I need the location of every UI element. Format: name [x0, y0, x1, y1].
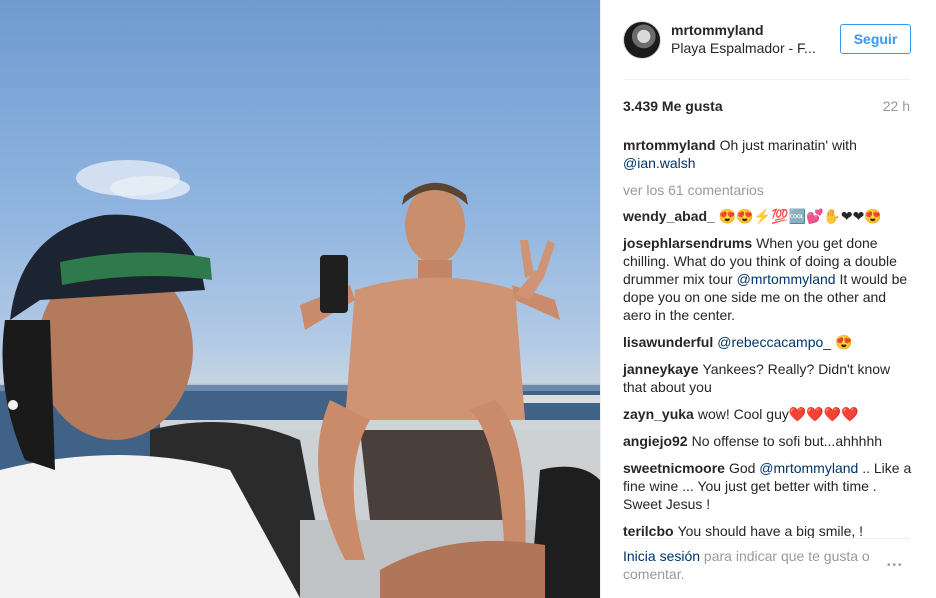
caption-text: Oh just marinatin' with: [719, 137, 857, 153]
comment-item: sweetnicmoore God @mrtommyland .. Like a …: [623, 459, 913, 513]
post-photo[interactable]: [0, 0, 600, 598]
comment-author[interactable]: lisawunderful: [623, 334, 713, 350]
comment-author[interactable]: janneykaye: [623, 361, 699, 377]
user-avatar[interactable]: [623, 21, 661, 59]
comment-author[interactable]: angiejo92: [623, 433, 688, 449]
comment-text-continued: 😍: [831, 334, 853, 350]
comment-item: josephlarsendrums When you get done chill…: [623, 234, 913, 324]
comment-mention[interactable]: @rebeccacampo_: [717, 334, 831, 350]
comment-author[interactable]: zayn_yuka: [623, 406, 694, 422]
stats-row: 3.439 Me gusta 22 h: [623, 98, 910, 118]
comment-item: zayn_yuka wow! Cool guy❤️❤️❤️❤️: [623, 405, 913, 423]
login-link[interactable]: Inicia sesión: [623, 548, 700, 564]
likes-count[interactable]: 3.439 Me gusta: [623, 98, 723, 114]
comment-text: No offense to sofi but...ahhhhh: [691, 433, 883, 449]
comment-item: angiejo92 No offense to sofi but...ahhhhh: [623, 432, 913, 450]
more-options-icon[interactable]: •••: [887, 560, 904, 571]
caption: mrtommyland Oh just marinatin' with @ian.…: [623, 136, 913, 172]
comments-list: mrtommyland Oh just marinatin' with @ian.…: [623, 136, 913, 549]
view-all-comments-link[interactable]: ver los 61 comentarios: [623, 181, 913, 199]
post-header: mrtommyland Playa Espalmador - F... Segu…: [601, 0, 936, 80]
post-location[interactable]: Playa Espalmador - F...: [671, 40, 816, 56]
comment-text: 😍😍⚡💯🆒💕✋❤❤😍: [718, 208, 882, 224]
comment-author[interactable]: terilcbo: [623, 523, 674, 539]
comment-item: lisawunderful @rebeccacampo_ 😍: [623, 333, 913, 351]
login-prompt: Inicia sesión para indicar que te gusta …: [623, 547, 883, 583]
comment-text: You should have a big smile, !: [677, 523, 864, 539]
comment-mention[interactable]: @mrtommyland: [759, 460, 858, 476]
header-divider: [623, 79, 910, 80]
footer-divider: [623, 538, 910, 539]
photo-illustration: [0, 160, 600, 598]
post-sidebar: mrtommyland Playa Espalmador - F... Segu…: [600, 0, 936, 598]
comment-text: God: [728, 460, 760, 476]
caption-mention[interactable]: @ian.walsh: [623, 155, 696, 171]
caption-author[interactable]: mrtommyland: [623, 137, 716, 153]
comment-author[interactable]: wendy_abad_: [623, 208, 715, 224]
post-username[interactable]: mrtommyland: [671, 22, 764, 38]
comment-text: wow! Cool guy❤️❤️❤️❤️: [697, 406, 859, 422]
comment-item: janneykaye Yankees? Really? Didn't know t…: [623, 360, 913, 396]
comment-author[interactable]: josephlarsendrums: [623, 235, 752, 251]
comment-author[interactable]: sweetnicmoore: [623, 460, 725, 476]
post-time[interactable]: 22 h: [883, 98, 910, 114]
comment-item: wendy_abad_ 😍😍⚡💯🆒💕✋❤❤😍: [623, 207, 913, 225]
follow-button[interactable]: Seguir: [840, 24, 911, 54]
comment-mention[interactable]: @mrtommyland: [737, 271, 836, 287]
